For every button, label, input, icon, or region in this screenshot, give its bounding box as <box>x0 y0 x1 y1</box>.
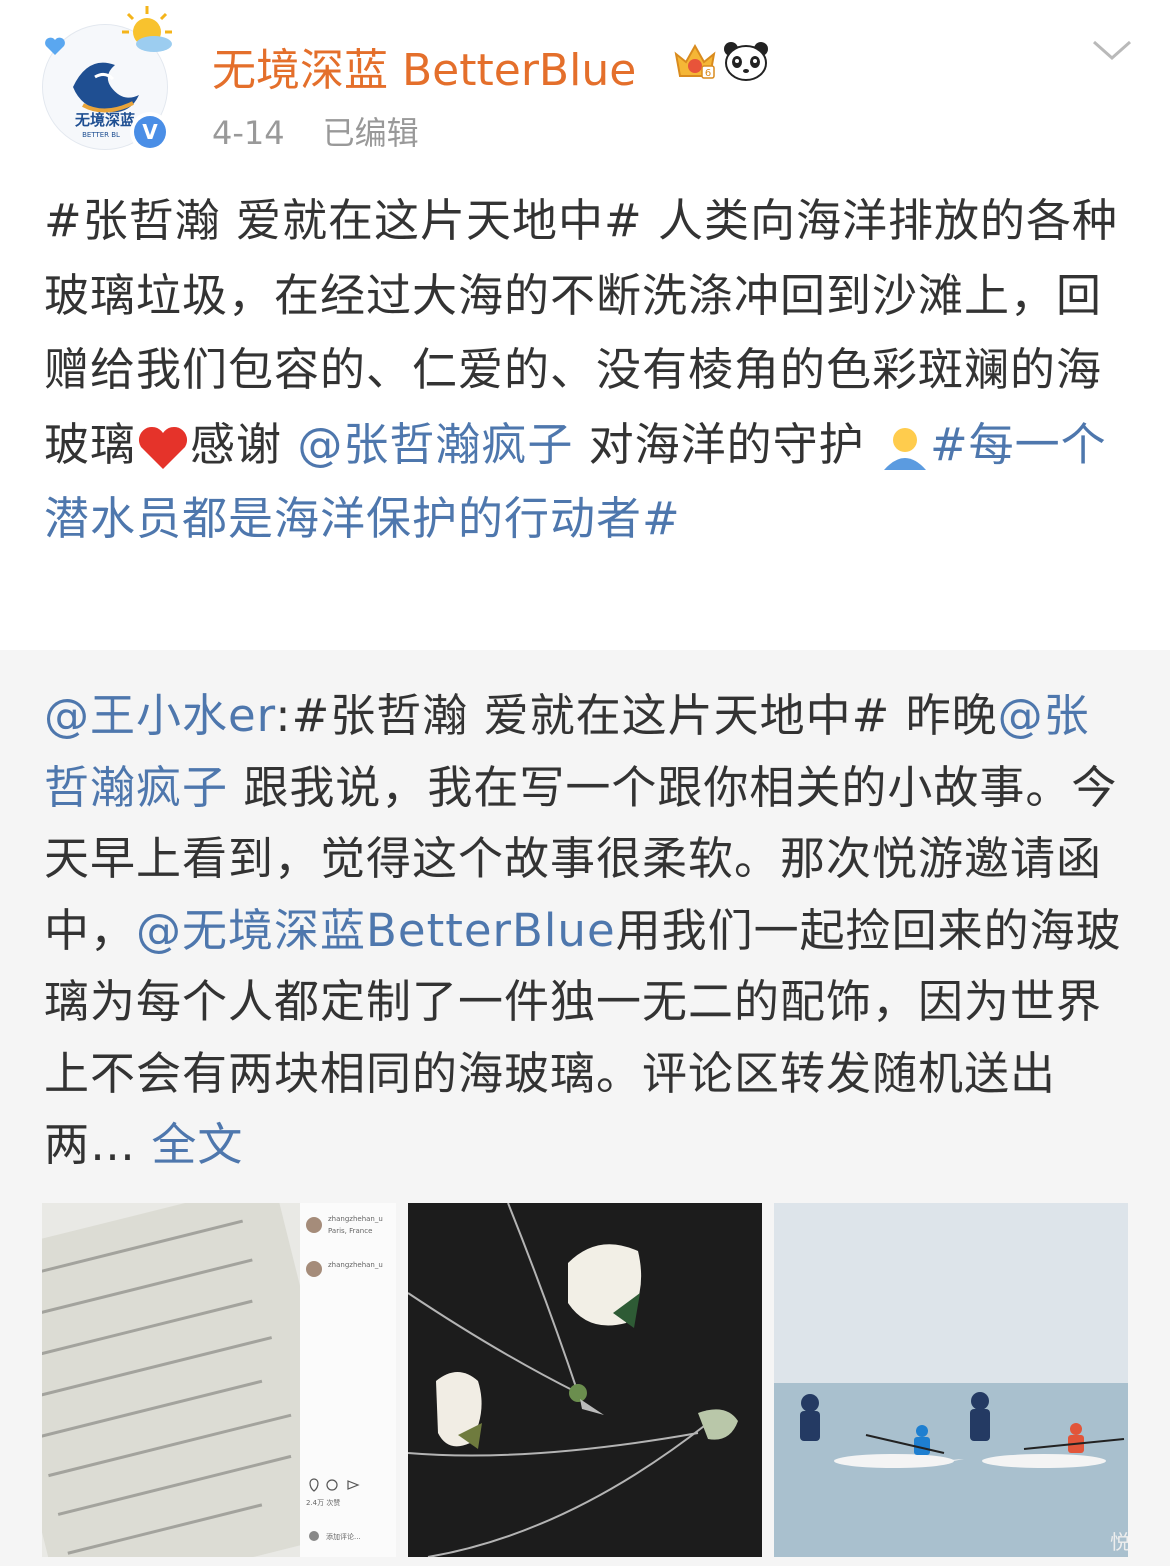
post-text-3: 对海洋的守护 <box>573 417 880 471</box>
watermark-text: 悦 <box>1110 1530 1128 1554</box>
heart-icon <box>45 37 65 55</box>
svg-text:6: 6 <box>705 68 711 79</box>
panel-username: zhangzhehan_u <box>328 1215 383 1223</box>
mention-link[interactable]: @张哲瀚疯子 <box>297 418 573 471</box>
post-date: 4-14 <box>212 114 285 152</box>
chevron-down-icon[interactable] <box>1090 36 1134 64</box>
post-body: #张哲瀚 爱就在这片天地中# 人类向海洋排放的各种玻璃垃圾，在经过大海的不断洗涤… <box>44 184 1134 557</box>
repost-mention-2[interactable]: @无境深蓝BetterBlue <box>136 904 616 957</box>
svg-text:无境深蓝: 无境深蓝 <box>74 111 135 129</box>
phone-screenshot-panel: zhangzhehan_u Paris, France zhangzhehan_… <box>300 1203 396 1557</box>
repost-text-1: :#张哲瀚 爱就在这片天地中# 昨晚 <box>275 689 998 742</box>
svg-text:BETTER BL: BETTER BL <box>82 131 120 139</box>
username[interactable]: 无境深蓝 BetterBlue <box>212 34 636 98</box>
repost-card[interactable]: @王小水er:#张哲瀚 爱就在这片天地中# 昨晚@张哲瀚疯子 跟我说，我在写一个… <box>0 650 1170 1566</box>
image-thumbnail-necklaces[interactable] <box>408 1203 762 1557</box>
full-text-link[interactable]: 全文 <box>136 1118 243 1171</box>
panel-username-2: zhangzhehan_u <box>328 1261 383 1269</box>
panel-location: Paris, France <box>328 1227 373 1235</box>
image-thumbnail-kayak[interactable]: 悦 <box>774 1203 1128 1557</box>
edited-label[interactable]: 已编辑 <box>323 114 419 152</box>
image-thumbnail-book[interactable]: zhangzhehan_u Paris, France zhangzhehan_… <box>42 1203 396 1557</box>
post-meta: 4-14 已编辑 <box>212 108 419 154</box>
post-text-2: 感谢 <box>190 417 298 471</box>
post-header: 无境深蓝 BETTER BL V 无境深蓝 BetterBlue 6 4-14 已… <box>0 0 1170 170</box>
necklace-photo <box>408 1203 762 1557</box>
sun-icon <box>122 6 172 52</box>
vip-crown-icon[interactable]: 6 <box>672 40 718 82</box>
panel-likes: 2.4万 次赞 <box>306 1499 341 1507</box>
repost-body: @王小水er:#张哲瀚 爱就在这片天地中# 昨晚@张哲瀚疯子 跟我说，我在写一个… <box>44 680 1134 1181</box>
post-topic[interactable]: #张哲瀚 爱就在这片天地中# <box>44 194 643 247</box>
panel-comment-placeholder: 添加评论... <box>326 1533 361 1541</box>
repost-author[interactable]: @王小水er <box>44 689 275 742</box>
panda-icon[interactable] <box>722 40 770 82</box>
red-heart-emoji <box>138 426 188 469</box>
verified-icon: V <box>130 112 170 152</box>
kayak-photo: 悦 <box>774 1203 1128 1557</box>
person-emoji <box>883 427 926 470</box>
